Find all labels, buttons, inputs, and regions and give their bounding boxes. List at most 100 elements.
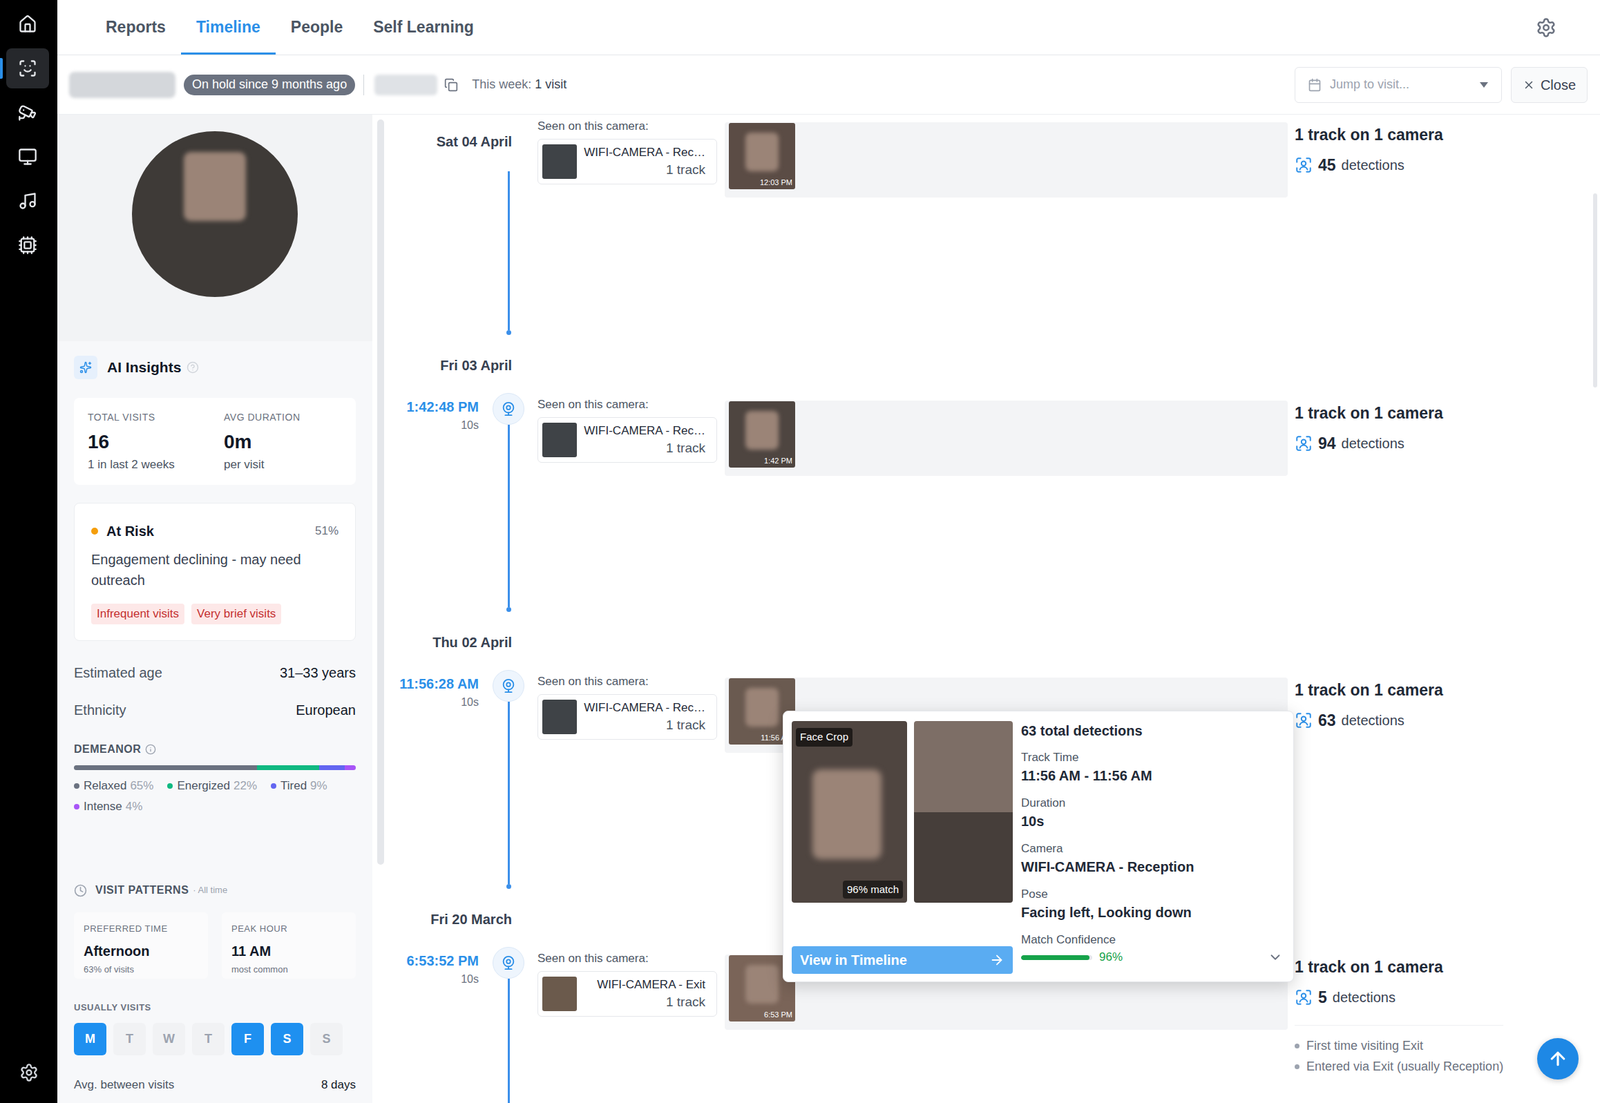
track-popover: Face Crop96% matchView in Timeline63 tot… [782, 710, 1294, 983]
timeline-end-dot [506, 330, 512, 336]
thumbnail-time: 1:42 PM [764, 456, 793, 466]
timeline-line [507, 424, 510, 608]
chevron-down-icon[interactable] [1267, 949, 1283, 966]
timeline-scrollbar [1590, 114, 1600, 1103]
stat: TOTAL VISITS161 in last 2 weeks [87, 411, 224, 473]
camera-chip[interactable]: WIFI-CAMERA - Rec…1 track [537, 694, 718, 740]
timeline-node[interactable] [492, 947, 525, 979]
nav-indicator [0, 102, 3, 123]
nav-rail-item[interactable] [0, 225, 58, 266]
monitor-icon [17, 147, 38, 167]
visit-duration: 10s [460, 696, 479, 709]
tab[interactable]: People [275, 0, 358, 55]
avatar-section [57, 114, 373, 342]
nav-indicator [0, 234, 3, 256]
nav-rail [0, 0, 58, 1103]
timeline-line [507, 171, 510, 331]
day-button[interactable]: W [152, 1023, 186, 1056]
view-in-timeline-button[interactable]: View in Timeline [791, 946, 1013, 975]
camera-chip[interactable]: WIFI-CAMERA - Rec…1 track [537, 417, 718, 463]
track-thumbnail[interactable]: 12:03 PM [728, 122, 796, 190]
camera-icon [500, 401, 517, 417]
visit-note: Entered via Exit (usually Reception) [1294, 1056, 1504, 1078]
nav-rail-item[interactable] [0, 92, 58, 133]
demeanor-segment [319, 765, 345, 771]
detection-icon [1294, 711, 1313, 730]
nav-rail-item[interactable] [0, 48, 58, 89]
timeline-end-dot [506, 607, 512, 613]
visit-time[interactable]: 11:56:28 AM [399, 676, 479, 692]
blurred-name [69, 71, 176, 99]
panel-scroll-thumb[interactable] [377, 119, 385, 865]
demeanor-header: DEMEANOR [73, 742, 356, 757]
profile-panel: AI InsightsTOTAL VISITS161 in last 2 wee… [57, 114, 373, 1103]
nav-rail-item[interactable] [0, 136, 58, 177]
risk-card: At Risk51%Engagement declining - may nee… [73, 502, 356, 642]
nav-rail-item[interactable] [0, 4, 58, 45]
demeanor-segment [344, 765, 356, 771]
legend-item: Energized22% [167, 778, 257, 794]
info-icon[interactable] [145, 744, 157, 756]
risk-tag: Infrequent visits [91, 603, 185, 625]
music-icon [17, 191, 38, 211]
visit-time[interactable]: 1:42:48 PM [406, 399, 480, 415]
tab[interactable]: Reports [90, 0, 182, 55]
attribute-row: EthnicityEuropean [73, 699, 356, 721]
tab[interactable]: Self Learning [357, 0, 490, 55]
app: ReportsTimelinePeopleSelf LearningOn hol… [0, 0, 1600, 1103]
day-button[interactable]: M [73, 1023, 107, 1056]
timeline-node[interactable] [492, 670, 525, 702]
timeline-end-dot [506, 884, 512, 890]
home-icon [17, 14, 38, 34]
avatar [131, 131, 298, 298]
day-button[interactable]: S [310, 1023, 343, 1056]
track-strip: 12:03 PM [724, 122, 1288, 198]
calendar-icon [1307, 78, 1322, 92]
track-strip: 1:42 PM [724, 400, 1288, 476]
timeline-scroll-thumb[interactable] [1593, 193, 1598, 388]
match-badge: 96% match [842, 880, 903, 900]
timeline-node[interactable] [492, 393, 525, 425]
person-bar: On hold since 9 months agoThis week: 1 v… [57, 55, 1600, 115]
tab[interactable]: Timeline [181, 0, 276, 55]
stats-card: TOTAL VISITS161 in last 2 weeksAVG DURAT… [73, 397, 356, 485]
track-thumbnail[interactable]: 1:42 PM [728, 401, 796, 468]
week-summary: This week: 1 visit [471, 75, 567, 94]
close-button[interactable]: Close [1510, 67, 1588, 103]
context-image [913, 812, 1013, 904]
nav-rail-item[interactable] [0, 181, 58, 222]
day-button[interactable]: T [192, 1023, 225, 1056]
demeanor-legend: Relaxed65%Energized22%Tired9%Intense4% [73, 778, 356, 815]
detail-field: Duration10s [1021, 795, 1294, 832]
day-button[interactable]: S [270, 1023, 304, 1056]
timeline-track [492, 171, 525, 336]
visit-summary: 1 track on 1 camera63detections [1294, 679, 1444, 732]
camera-chip[interactable]: WIFI-CAMERA - Rec…1 track [537, 138, 718, 185]
nav-indicator [0, 146, 3, 168]
day-button[interactable]: T [113, 1023, 146, 1056]
camera-thumbnail [542, 976, 577, 1012]
demeanor-segment [256, 765, 320, 771]
clock-icon [73, 884, 88, 898]
thumbnail-time: 12:03 PM [759, 178, 793, 188]
copy-icon[interactable] [444, 78, 459, 92]
visit-duration: 10s [460, 419, 479, 432]
settings-icon[interactable] [19, 1063, 39, 1083]
visit-summary: 1 track on 1 camera94detections [1294, 402, 1444, 455]
visit-date: Sat 04 April [388, 114, 525, 152]
timeline-track [492, 393, 525, 613]
camera-icon [500, 955, 517, 971]
help-icon[interactable] [186, 361, 199, 374]
visit-time[interactable]: 6:53:52 PM [406, 953, 480, 969]
confidence-bar [1021, 955, 1093, 961]
face-crop-label: Face Crop [795, 728, 853, 747]
scroll-top-button[interactable] [1537, 1038, 1579, 1080]
arrow-right-icon [989, 952, 1005, 968]
close-icon [1522, 78, 1536, 92]
visit-row: Seen on this camera:WIFI-CAMERA - Rec…1 … [537, 114, 1444, 198]
thumbnail-time: 6:53 PM [764, 1010, 793, 1020]
gear-icon[interactable] [1535, 17, 1557, 38]
day-button[interactable]: F [231, 1023, 264, 1056]
camera-chip[interactable]: WIFI-CAMERA - Exit1 track [537, 971, 718, 1017]
jump-to-visit-select[interactable]: Jump to visit... [1294, 67, 1502, 103]
